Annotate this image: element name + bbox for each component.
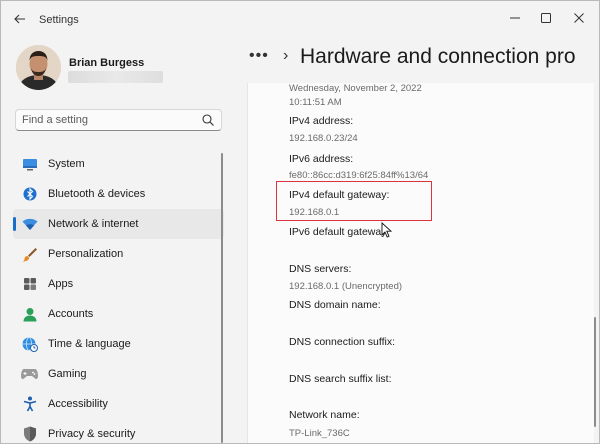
- user-email-redacted: [68, 71, 163, 83]
- sidebar-nav: System Bluetooth & devices Network & int…: [13, 149, 224, 443]
- monitor-icon: [21, 156, 38, 172]
- sidebar-item-network[interactable]: Network & internet: [13, 209, 224, 239]
- breadcrumb-more-button[interactable]: •••: [249, 47, 269, 65]
- sidebar-item-label: Accounts: [48, 308, 94, 320]
- close-icon: [574, 13, 584, 23]
- mouse-pointer-icon: [381, 222, 393, 238]
- search-box[interactable]: [15, 109, 222, 131]
- ipv6-address-value: fe80::86cc:d319:6f25:84ff%13/64: [289, 170, 429, 181]
- sidebar-item-label: Accessibility: [48, 398, 108, 410]
- sidebar-item-system[interactable]: System: [13, 149, 224, 179]
- ipv6-address-label: IPv6 address:: [289, 153, 354, 165]
- sidebar-item-time-language[interactable]: Time & language: [13, 329, 224, 359]
- apps-icon: [21, 276, 38, 292]
- sidebar-item-label: Gaming: [48, 368, 87, 380]
- title-bar: Settings: [1, 1, 599, 37]
- sidebar-item-privacy[interactable]: Privacy & security: [13, 419, 224, 443]
- highlight-box: [276, 181, 432, 221]
- search-input[interactable]: [22, 112, 197, 128]
- sidebar-scrollbar[interactable]: [221, 153, 223, 443]
- ipv4-address-label: IPv4 address:: [289, 115, 354, 127]
- minimize-button[interactable]: [501, 7, 529, 29]
- sidebar-item-label: Time & language: [48, 338, 131, 350]
- sidebar-item-apps[interactable]: Apps: [13, 269, 224, 299]
- sidebar-item-bluetooth[interactable]: Bluetooth & devices: [13, 179, 224, 209]
- sidebar-item-label: Network & internet: [48, 218, 139, 230]
- window-title: Settings: [39, 14, 79, 26]
- gamepad-icon: [21, 366, 38, 382]
- sidebar-item-personalization[interactable]: Personalization: [13, 239, 224, 269]
- network-name-label: Network name:: [289, 409, 360, 421]
- paintbrush-icon: [21, 246, 38, 262]
- page-title: Hardware and connection pro: [300, 45, 576, 68]
- sidebar-item-label: System: [48, 158, 85, 170]
- dns-servers-value: 192.168.0.1 (Unencrypted): [289, 281, 403, 292]
- sidebar-item-accessibility[interactable]: Accessibility: [13, 389, 224, 419]
- maximize-button[interactable]: [532, 7, 560, 29]
- globe-clock-icon: [21, 336, 38, 352]
- sidebar-item-gaming[interactable]: Gaming: [13, 359, 224, 389]
- back-button[interactable]: [10, 10, 30, 28]
- avatar-photo: [16, 45, 61, 90]
- wifi-icon: [21, 216, 38, 232]
- ipv4-address-value: 192.168.0.23/24: [289, 133, 358, 144]
- content-scrollbar[interactable]: [594, 317, 596, 427]
- close-button[interactable]: [565, 7, 593, 29]
- shield-icon: [21, 426, 38, 442]
- lease-date-value: Wednesday, November 2, 2022: [289, 83, 422, 94]
- sidebar-item-label: Personalization: [48, 248, 124, 260]
- search-icon[interactable]: [201, 113, 215, 127]
- avatar[interactable]: [16, 45, 61, 90]
- dns-domain-label: DNS domain name:: [289, 299, 381, 311]
- sidebar-item-accounts[interactable]: Accounts: [13, 299, 224, 329]
- network-name-value: TP-Link_736C: [289, 428, 350, 439]
- maximize-icon: [541, 13, 551, 23]
- sidebar-item-label: Apps: [48, 278, 74, 290]
- lease-time-value: 10:11:51 AM: [289, 97, 342, 108]
- person-icon: [21, 306, 38, 322]
- settings-window: Settings Brian Burgess Find a setting Sy…: [0, 0, 600, 444]
- dns-search-suffix-label: DNS search suffix list:: [289, 373, 392, 385]
- sidebar-item-label: Bluetooth & devices: [48, 188, 146, 200]
- bluetooth-icon: [21, 186, 38, 202]
- sidebar-item-label: Privacy & security: [48, 428, 136, 440]
- dns-suffix-label: DNS connection suffix:: [289, 336, 396, 348]
- ipv6-gateway-label: IPv6 default gateway:: [289, 226, 390, 238]
- accessibility-icon: [21, 396, 38, 412]
- dns-servers-label: DNS servers:: [289, 263, 352, 275]
- user-name: Brian Burgess: [69, 57, 145, 69]
- minimize-icon: [510, 17, 520, 19]
- breadcrumb-separator: ›: [283, 47, 289, 64]
- arrow-left-icon: [14, 14, 25, 24]
